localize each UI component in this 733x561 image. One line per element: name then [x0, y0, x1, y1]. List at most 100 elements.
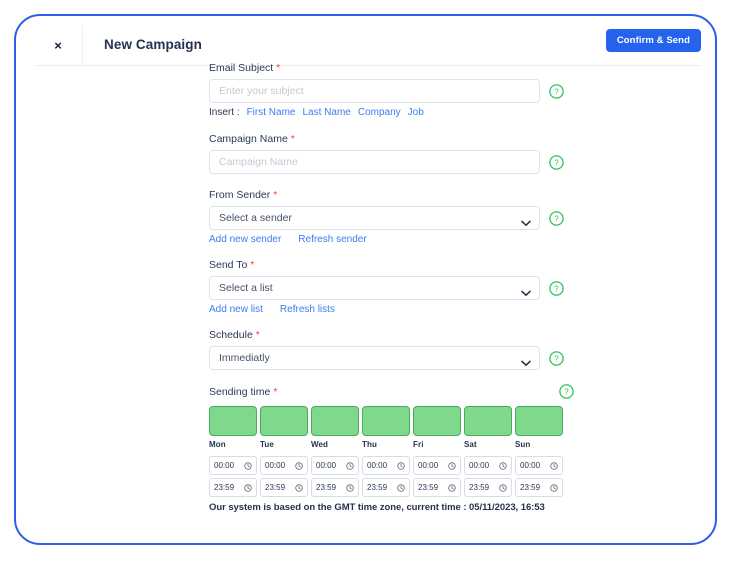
svg-text:?: ?: [554, 158, 559, 167]
start-time-thu[interactable]: 00:00: [362, 456, 410, 475]
refresh-sender-link[interactable]: Refresh sender: [298, 234, 366, 245]
end-time-value: 23:59: [316, 483, 337, 492]
confirm-and-send-button[interactable]: Confirm & Send: [605, 29, 701, 52]
close-icon: ×: [54, 38, 62, 53]
schedule-row: Immediatly ?: [209, 346, 609, 370]
field-email-subject: Email Subject * ? Insert : First Name La…: [209, 62, 609, 118]
start-time-mon[interactable]: 00:00: [209, 456, 257, 475]
start-time-sun[interactable]: 00:00: [515, 456, 563, 475]
clock-icon: [448, 457, 456, 475]
day-toggle-mon[interactable]: [209, 406, 257, 436]
end-time-fri[interactable]: 23:59: [413, 478, 461, 497]
field-schedule: Schedule * Immediatly ?: [209, 329, 609, 370]
day-cell: Mon: [209, 406, 257, 449]
svg-text:?: ?: [554, 87, 559, 96]
start-time-fri[interactable]: 00:00: [413, 456, 461, 475]
help-icon[interactable]: ?: [549, 83, 564, 99]
day-toggle-thu[interactable]: [362, 406, 410, 436]
start-time-tue[interactable]: 00:00: [260, 456, 308, 475]
start-time-value: 00:00: [367, 461, 388, 470]
send-to-row: Select a list ?: [209, 276, 609, 300]
schedule-select-wrap: Immediatly: [209, 346, 540, 370]
start-time-sat[interactable]: 00:00: [464, 456, 512, 475]
required-marker: *: [290, 133, 295, 145]
help-icon[interactable]: ?: [549, 154, 564, 170]
day-toggle-wed[interactable]: [311, 406, 359, 436]
send-to-links: Add new list Refresh lists: [209, 304, 609, 315]
new-campaign-modal: × New Campaign Confirm & Send Email Subj…: [14, 14, 717, 545]
page-title: New Campaign: [104, 37, 202, 52]
insert-first-name-link[interactable]: First Name: [247, 107, 296, 118]
required-marker: *: [255, 329, 260, 341]
required-marker: *: [273, 386, 278, 398]
start-time-value: 00:00: [418, 461, 439, 470]
start-time-value: 00:00: [214, 461, 235, 470]
clock-icon: [397, 457, 405, 475]
clock-icon: [499, 479, 507, 497]
end-time-value: 23:59: [214, 483, 235, 492]
day-cell: Fri: [413, 406, 461, 449]
sending-time-label-text: Sending time: [209, 386, 271, 398]
campaign-name-label: Campaign Name *: [209, 133, 609, 145]
day-label-mon: Mon: [209, 440, 226, 449]
clock-icon: [295, 479, 303, 497]
end-time-tue[interactable]: 23:59: [260, 478, 308, 497]
close-button[interactable]: ×: [34, 26, 83, 65]
required-marker: *: [276, 62, 281, 74]
clock-icon: [346, 479, 354, 497]
help-icon[interactable]: ?: [559, 384, 574, 399]
help-icon[interactable]: ?: [549, 210, 564, 226]
help-icon[interactable]: ?: [549, 280, 564, 296]
insert-job-link[interactable]: Job: [408, 107, 424, 118]
svg-text:?: ?: [564, 388, 569, 397]
field-sending-time: Sending time * ? Mon Tue Wed Thu Fri Sat…: [209, 384, 609, 513]
day-label-thu: Thu: [362, 440, 377, 449]
required-marker: *: [250, 259, 255, 271]
email-subject-label-text: Email Subject: [209, 62, 274, 74]
insert-company-link[interactable]: Company: [358, 107, 401, 118]
day-toggle-sat[interactable]: [464, 406, 512, 436]
end-time-sun[interactable]: 23:59: [515, 478, 563, 497]
send-to-label-text: Send To: [209, 259, 248, 271]
clock-icon: [346, 457, 354, 475]
start-time-value: 00:00: [316, 461, 337, 470]
start-time-wed[interactable]: 00:00: [311, 456, 359, 475]
day-label-sun: Sun: [515, 440, 531, 449]
email-subject-input[interactable]: [209, 79, 540, 103]
insert-variables-row: Insert : First Name Last Name Company Jo…: [209, 107, 609, 118]
add-new-list-link[interactable]: Add new list: [209, 304, 263, 315]
end-time-value: 23:59: [520, 483, 541, 492]
end-time-wed[interactable]: 23:59: [311, 478, 359, 497]
clock-icon: [550, 457, 558, 475]
required-marker: *: [273, 189, 278, 201]
day-toggle-fri[interactable]: [413, 406, 461, 436]
sending-time-header: Sending time * ?: [209, 384, 574, 399]
add-new-sender-link[interactable]: Add new sender: [209, 234, 281, 245]
day-toggle-tue[interactable]: [260, 406, 308, 436]
clock-icon: [550, 479, 558, 497]
day-toggle-sun[interactable]: [515, 406, 563, 436]
day-label-tue: Tue: [260, 440, 274, 449]
from-sender-links: Add new sender Refresh sender: [209, 234, 609, 245]
refresh-lists-link[interactable]: Refresh lists: [280, 304, 335, 315]
campaign-form: Email Subject * ? Insert : First Name La…: [209, 62, 609, 513]
campaign-name-label-text: Campaign Name: [209, 133, 288, 145]
svg-text:?: ?: [554, 214, 559, 223]
campaign-name-input[interactable]: [209, 150, 540, 174]
sending-time-label: Sending time *: [209, 386, 277, 398]
insert-label: Insert :: [209, 107, 240, 118]
end-time-sat[interactable]: 23:59: [464, 478, 512, 497]
help-icon[interactable]: ?: [549, 350, 564, 366]
campaign-name-row: ?: [209, 150, 609, 174]
schedule-select[interactable]: Immediatly: [209, 346, 540, 370]
day-label-wed: Wed: [311, 440, 329, 449]
from-sender-select[interactable]: Select a sender: [209, 206, 540, 230]
end-time-mon[interactable]: 23:59: [209, 478, 257, 497]
end-time-row: 23:59 23:59 23:59 23:59 23:59 23:59 23:5…: [209, 478, 609, 497]
day-cell: Tue: [260, 406, 308, 449]
insert-last-name-link[interactable]: Last Name: [302, 107, 350, 118]
end-time-thu[interactable]: 23:59: [362, 478, 410, 497]
send-to-select[interactable]: Select a list: [209, 276, 540, 300]
schedule-label: Schedule *: [209, 329, 609, 341]
field-send-to: Send To * Select a list ? Add new list R…: [209, 259, 609, 315]
